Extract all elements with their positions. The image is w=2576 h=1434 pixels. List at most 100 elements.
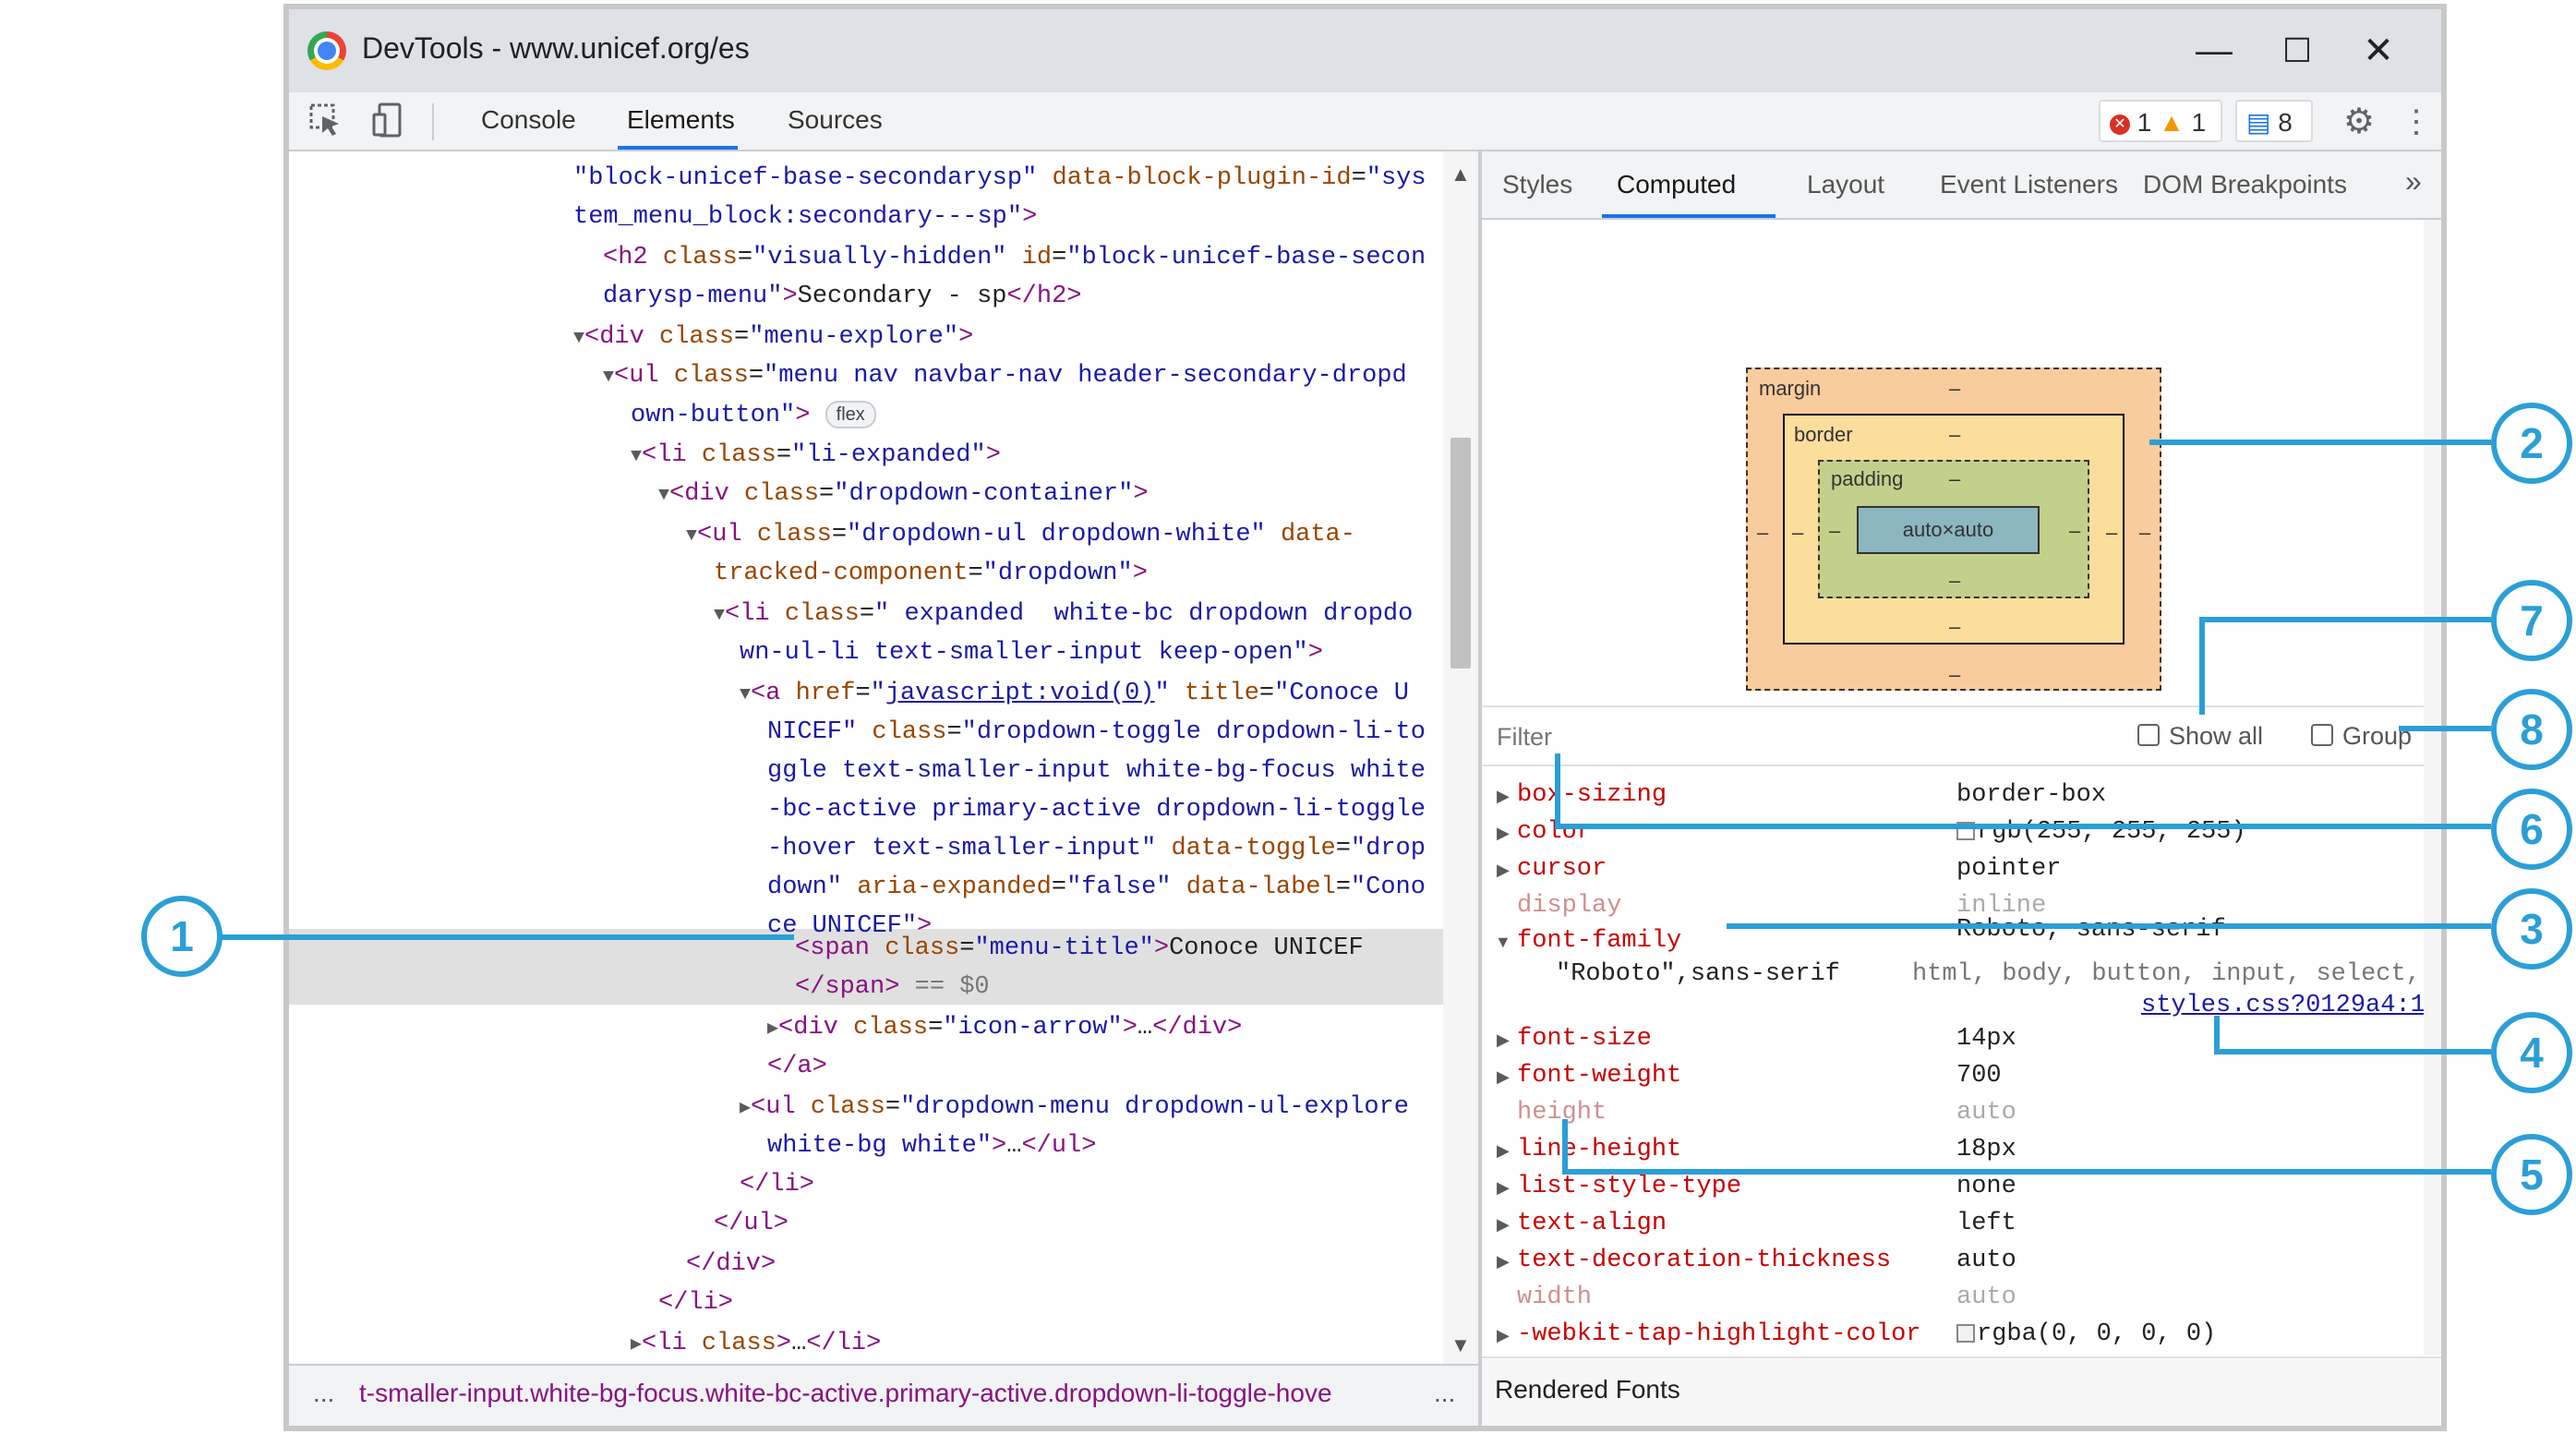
rendered-fonts-heading[interactable]: Rendered Fonts xyxy=(1495,1375,1680,1404)
tab-event-listeners[interactable]: Event Listeners xyxy=(1940,170,2118,199)
tab-layout[interactable]: Layout xyxy=(1807,170,1884,199)
sidebar-scrollbar[interactable] xyxy=(2424,220,2441,1356)
tree-line[interactable]: -bc-active primary-active dropdown-li-to… xyxy=(767,796,1426,824)
property-value[interactable]: auto xyxy=(1956,1099,2016,1127)
property-name[interactable]: text-decoration-thickness xyxy=(1517,1247,1891,1274)
tree-line[interactable]: ▼<ul class="dropdown-ul dropdown-white" … xyxy=(686,521,1355,548)
scroll-up-icon[interactable]: ▲ xyxy=(1451,163,1471,187)
elements-scrollbar[interactable]: ▲ ▼ xyxy=(1443,151,1478,1364)
stylesheet-source-link[interactable]: styles.css?0129a4:1 xyxy=(2141,992,2426,1019)
show-all-checkbox[interactable] xyxy=(2137,724,2160,746)
inspect-element-icon[interactable] xyxy=(306,102,346,142)
more-tabs-icon[interactable]: » xyxy=(2405,164,2422,199)
property-name[interactable]: width xyxy=(1517,1283,1592,1311)
property-value[interactable]: left xyxy=(1956,1210,2016,1237)
property-value[interactable]: rgb(255, 255, 255) xyxy=(1956,818,2246,846)
minimize-button[interactable]: — xyxy=(2182,22,2246,79)
tree-line[interactable]: ▼<div class="dropdown-container"> xyxy=(658,480,1149,508)
tab-styles[interactable]: Styles xyxy=(1502,170,1572,199)
property-value[interactable]: 700 xyxy=(1956,1062,2002,1090)
expand-icon[interactable]: ▶ xyxy=(1497,1215,1510,1235)
expand-icon[interactable]: ▶ xyxy=(1497,861,1510,880)
tree-line[interactable]: down" aria-expanded="false" data-label="… xyxy=(767,874,1426,901)
tree-line[interactable]: ▶<ul class="dropdown-menu dropdown-ul-ex… xyxy=(740,1093,1409,1121)
tree-line[interactable]: own-button"> flex xyxy=(631,401,876,429)
tree-line[interactable]: ▼<a href="javascript:void(0)" title="Con… xyxy=(740,680,1409,707)
issues-counter[interactable]: ✕ 1 ▲ 1 xyxy=(2099,100,2222,142)
box-content[interactable]: auto×auto xyxy=(1857,506,2040,554)
device-toggle-icon[interactable] xyxy=(368,102,409,142)
tree-line[interactable]: white-bg white">…</ul> xyxy=(767,1132,1096,1160)
property-name[interactable]: box-sizing xyxy=(1517,781,1667,809)
rendered-fonts-section[interactable]: Rendered Fonts xyxy=(1482,1356,2441,1426)
tree-line[interactable]: </li> xyxy=(658,1289,733,1317)
selected-node-line[interactable]: <span class="menu-title">Conoce UNICEF xyxy=(795,934,1364,962)
tab-computed[interactable]: Computed xyxy=(1617,170,1736,199)
close-button[interactable]: ✕ xyxy=(2346,22,2411,79)
property-name[interactable]: display xyxy=(1517,892,1621,920)
tree-line[interactable]: "block-unicef-base-secondarysp" data-blo… xyxy=(573,164,1426,192)
href-link[interactable]: javascript:void(0) xyxy=(885,680,1155,707)
property-name[interactable]: font-family xyxy=(1517,927,1681,955)
expand-icon[interactable]: ▶ xyxy=(1497,787,1510,806)
property-name[interactable]: cursor xyxy=(1517,855,1607,883)
scroll-down-icon[interactable]: ▼ xyxy=(1451,1333,1471,1357)
elements-tree[interactable]: "block-unicef-base-secondarysp" data-blo… xyxy=(289,151,1478,1364)
breadcrumb-right-ellipsis[interactable]: ... xyxy=(1434,1379,1455,1408)
property-value[interactable]: 14px xyxy=(1956,1025,2016,1053)
tree-line[interactable]: </li> xyxy=(740,1171,814,1199)
tree-line[interactable]: tem_menu_block:secondary---sp"> xyxy=(573,203,1037,231)
tree-line[interactable]: <h2 class="visually-hidden" id="block-un… xyxy=(603,244,1426,271)
expand-icon[interactable]: ▶ xyxy=(1497,824,1510,843)
tree-line[interactable]: ▼<li class=" expanded white-bc dropdown … xyxy=(714,600,1413,628)
tree-line[interactable]: wn-ul-li text-smaller-input keep-open"> xyxy=(740,639,1323,667)
property-name[interactable]: text-align xyxy=(1517,1210,1667,1237)
tab-sources[interactable]: Sources xyxy=(788,105,883,135)
gear-icon[interactable]: ⚙ xyxy=(2339,102,2379,142)
tab-elements[interactable]: Elements xyxy=(627,105,735,135)
property-name[interactable]: list-style-type xyxy=(1517,1173,1741,1200)
expand-icon[interactable]: ▶ xyxy=(1497,1030,1510,1050)
property-name[interactable]: -webkit-tap-highlight-color xyxy=(1517,1320,1920,1348)
property-value[interactable]: none xyxy=(1956,1173,2016,1200)
property-value[interactable]: 18px xyxy=(1956,1136,2016,1163)
property-value[interactable]: auto xyxy=(1956,1283,2016,1311)
tree-line[interactable]: ▶<li class>…</li> xyxy=(631,1330,881,1357)
show-all-label[interactable]: Show all xyxy=(2169,722,2263,751)
collapse-icon[interactable]: ▼ xyxy=(1495,933,1511,952)
scrollbar-thumb[interactable] xyxy=(1451,438,1471,669)
expand-icon[interactable]: ▶ xyxy=(1497,1178,1510,1198)
property-value[interactable]: border-box xyxy=(1956,781,2106,809)
breadcrumb-left-ellipsis[interactable]: ... xyxy=(313,1379,334,1408)
property-name[interactable]: font-weight xyxy=(1517,1062,1681,1090)
tree-line[interactable]: ▼<li class="li-expanded"> xyxy=(631,441,1001,469)
tree-line[interactable]: </a> xyxy=(767,1053,827,1080)
tree-line[interactable]: -hover text-smaller-input" data-toggle="… xyxy=(767,835,1426,862)
property-name[interactable]: font-size xyxy=(1517,1025,1652,1053)
tree-line[interactable]: tracked-component="dropdown"> xyxy=(714,560,1148,587)
expand-icon[interactable]: ▶ xyxy=(1497,1326,1510,1345)
color-swatch[interactable] xyxy=(1956,1323,1975,1343)
filter-input[interactable] xyxy=(1495,717,2052,757)
tree-line[interactable]: </div> xyxy=(686,1250,776,1278)
property-value[interactable]: Roboto, sans-serif xyxy=(1956,916,2226,944)
property-value[interactable]: rgba(0, 0, 0, 0) xyxy=(1956,1320,2216,1348)
expand-icon[interactable]: ▶ xyxy=(1497,1141,1510,1161)
expand-icon[interactable]: ▶ xyxy=(1497,1252,1510,1271)
tree-line[interactable]: ▶<div class="icon-arrow">…</div> xyxy=(767,1014,1242,1042)
tree-line[interactable]: ▼<div class="menu-explore"> xyxy=(573,323,973,351)
flex-badge[interactable]: flex xyxy=(825,401,876,428)
tree-line[interactable]: NICEF" class="dropdown-toggle dropdown-l… xyxy=(767,718,1426,746)
maximize-button[interactable]: ☐ xyxy=(2265,22,2329,79)
selected-node-line[interactable]: </span> == $0 xyxy=(795,973,990,1001)
tab-console[interactable]: Console xyxy=(481,105,576,135)
property-name[interactable]: line-height xyxy=(1517,1136,1681,1163)
tab-dom-breakpoints[interactable]: DOM Breakpoints xyxy=(2143,170,2347,199)
tree-line[interactable]: darysp-menu">Secondary - sp</h2> xyxy=(603,283,1082,310)
group-checkbox[interactable] xyxy=(2311,724,2333,746)
breadcrumb-item[interactable]: t-smaller-input.white-bg-focus.white-bc-… xyxy=(359,1379,1332,1408)
property-value[interactable]: auto xyxy=(1956,1247,2016,1274)
expand-icon[interactable]: ▶ xyxy=(1497,1067,1510,1087)
messages-counter[interactable]: ▤ 8 xyxy=(2235,100,2313,142)
more-options-icon[interactable]: ⋮ xyxy=(2396,102,2437,142)
